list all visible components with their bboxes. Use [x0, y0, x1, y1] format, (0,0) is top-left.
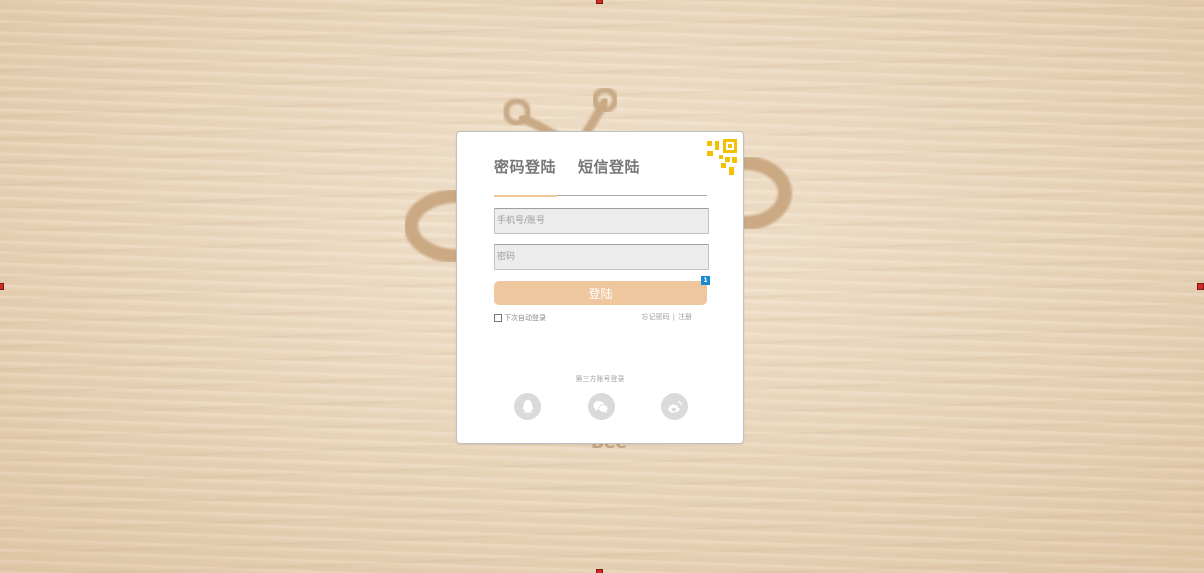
- remember-me-checkbox[interactable]: [494, 314, 502, 322]
- resize-handle-top[interactable]: [596, 0, 603, 4]
- login-card: 密码登陆 短信登陆 登陆 1 下次自动登录 忘记密码|注册 第三方账号登录: [456, 131, 744, 444]
- wechat-icon: [593, 400, 609, 413]
- third-party-login-label: 第三方账号登录: [575, 375, 625, 383]
- notification-badge: 1: [701, 276, 710, 285]
- forgot-password-link[interactable]: 忘记密码: [642, 313, 670, 321]
- link-separator: |: [672, 313, 675, 321]
- resize-handle-right[interactable]: [1197, 283, 1204, 290]
- remember-me[interactable]: 下次自动登录: [494, 313, 546, 323]
- tab-password-login[interactable]: 密码登陆: [494, 157, 558, 197]
- resize-handle-bottom[interactable]: [596, 569, 603, 573]
- password-input[interactable]: [494, 244, 709, 270]
- account-input[interactable]: [494, 208, 709, 234]
- register-link[interactable]: 注册: [678, 313, 692, 321]
- weibo-icon: [667, 400, 682, 413]
- account-links: 忘记密码 | 注册: [642, 312, 692, 322]
- login-button[interactable]: 登陆: [494, 281, 707, 305]
- social-login-list: [514, 393, 688, 420]
- qq-login-button[interactable]: [514, 393, 541, 420]
- weibo-login-button[interactable]: [661, 393, 688, 420]
- remember-me-label: 下次自动登录: [504, 314, 546, 322]
- login-tabs: 密码登陆 短信登陆: [494, 157, 707, 197]
- qq-icon: [522, 400, 533, 413]
- wechat-login-button[interactable]: [587, 393, 615, 420]
- tab-sms-login[interactable]: 短信登陆: [578, 157, 640, 195]
- resize-handle-left[interactable]: [0, 283, 4, 290]
